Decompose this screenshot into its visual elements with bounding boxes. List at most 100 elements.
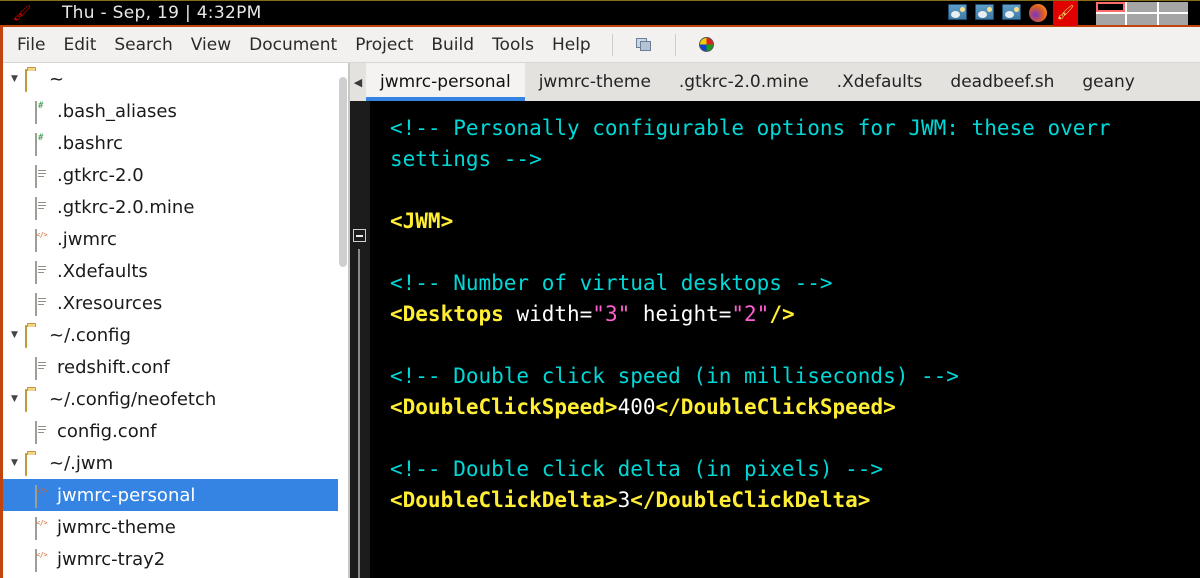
text-file-icon [33, 165, 53, 188]
lamp-icon[interactable]: 🖌 [1053, 0, 1078, 26]
toolbar-separator [611, 33, 613, 56]
file-tree-sidebar[interactable]: ▼~.bash_aliases.bashrc.gtkrc-2.0.gtkrc-2… [3, 63, 348, 578]
tree-row[interactable]: .Xresources [3, 287, 348, 319]
menu-search[interactable]: Search [105, 33, 181, 57]
editor-tab[interactable]: jwmrc-personal [366, 63, 525, 101]
firefox-icon[interactable] [1029, 3, 1050, 23]
code-token: /> [769, 302, 795, 326]
tree-row-label: .Xresources [57, 292, 163, 314]
geany-window: File Edit Search View Document Project B… [0, 27, 1200, 578]
fold-line [358, 249, 360, 578]
collapse-fold-icon[interactable] [353, 229, 366, 242]
code-token: height= [630, 302, 732, 326]
pager-cell-2[interactable] [1127, 1, 1157, 12]
pager-cell-4[interactable] [1096, 14, 1126, 25]
tree-row[interactable]: .Xdefaults [3, 255, 348, 287]
code-editor-text[interactable]: <!-- Personally configurable options for… [370, 101, 1200, 578]
code-token: <Desktops [390, 302, 517, 326]
color-wheel-icon[interactable] [694, 33, 720, 57]
code-token: <JWM> [390, 209, 454, 233]
editor-tab[interactable]: geany [1068, 63, 1149, 101]
chevron-down-icon[interactable]: ▼ [11, 458, 25, 468]
tree-row[interactable]: .gtkrc-2.0.mine [3, 191, 348, 223]
tree-row[interactable]: .jwmrc [3, 223, 348, 255]
image-viewer-icon[interactable] [975, 3, 996, 23]
tree-row[interactable]: jwmrc-personal [3, 479, 348, 511]
pager-cell-5[interactable] [1127, 14, 1157, 25]
code-line: <!-- Double click speed (in milliseconds… [390, 361, 1200, 392]
tree-row[interactable]: .bashrc [3, 127, 348, 159]
code-line: <DoubleClickDelta>3</DoubleClickDelta> [390, 485, 1200, 516]
tree-row-label: .gtkrc-2.0.mine [57, 196, 195, 218]
image-viewer-icon[interactable] [1002, 3, 1023, 23]
text-file-icon [33, 293, 53, 316]
menu-tools[interactable]: Tools [483, 33, 543, 57]
text-file-icon [33, 357, 53, 380]
sidebar-scrollbar-thumb[interactable] [339, 77, 347, 267]
menu-edit[interactable]: Edit [54, 33, 105, 57]
sidebar-scrollbar[interactable] [338, 63, 348, 578]
folder-icon [25, 325, 45, 348]
system-tray: 🖌 [945, 0, 1078, 26]
tree-row[interactable]: config.conf [3, 415, 348, 447]
code-line: <Desktops width="3" height="2"/> [390, 299, 1200, 330]
tree-row[interactable]: .bash_aliases [3, 95, 348, 127]
pager-cell-1[interactable] [1096, 1, 1126, 12]
xml-file-icon [33, 485, 53, 508]
taskbar-launcher-button[interactable]: 🖌 [0, 1, 44, 26]
chevron-down-icon[interactable]: ▼ [11, 394, 25, 404]
text-file-icon [33, 421, 53, 444]
tree-row[interactable]: .gtkrc-2.0 [3, 159, 348, 191]
tree-row-label: redshift.conf [57, 356, 170, 378]
code-line: <DoubleClickSpeed>400</DoubleClickSpeed> [390, 392, 1200, 423]
pager-cell-3[interactable] [1158, 1, 1188, 12]
text-file-icon [33, 261, 53, 284]
code-line: <!-- Number of virtual desktops --> [390, 268, 1200, 299]
pager-cell-6[interactable] [1158, 14, 1188, 25]
tree-row-label: jwmrc-theme [57, 516, 176, 538]
file-tree: ▼~.bash_aliases.bashrc.gtkrc-2.0.gtkrc-2… [3, 63, 348, 575]
chevron-left-icon[interactable]: ◀ [350, 63, 366, 101]
tree-row[interactable]: ▼ ~/.config/neofetch [3, 383, 348, 415]
text-file-icon [33, 197, 53, 220]
tree-row[interactable]: ▼ ~ [3, 63, 348, 95]
tree-row[interactable]: jwmrc-theme [3, 511, 348, 543]
tree-row-label: ~ [49, 68, 65, 90]
windows-copy-icon[interactable] [631, 33, 657, 57]
chevron-down-icon[interactable]: ▼ [11, 74, 25, 84]
tree-row[interactable]: ▼ ~/.config [3, 319, 348, 351]
fold-margin[interactable] [350, 101, 370, 578]
code-token: 3 [617, 488, 631, 512]
desktop-pager[interactable] [1096, 1, 1188, 25]
folder-icon [25, 453, 45, 476]
tree-row[interactable]: redshift.conf [3, 351, 348, 383]
menu-file[interactable]: File [8, 33, 54, 57]
editor-tab[interactable]: .gtkrc-2.0.mine [664, 63, 823, 101]
tree-row[interactable]: ▼ ~/.jwm [3, 447, 348, 479]
editor-tab[interactable]: .Xdefaults [822, 63, 937, 101]
code-area: <!-- Personally configurable options for… [350, 101, 1200, 578]
code-line: <JWM> [390, 206, 1200, 237]
folder-icon [25, 69, 45, 92]
editor-tab[interactable]: jwmrc-theme [524, 63, 665, 101]
menu-project[interactable]: Project [346, 33, 422, 57]
menu-document[interactable]: Document [240, 33, 346, 57]
tree-row-label: jwmrc-personal [57, 484, 196, 506]
menu-build[interactable]: Build [422, 33, 483, 57]
editor-tab[interactable]: deadbeef.sh [936, 63, 1069, 101]
code-token: </DoubleClickDelta> [630, 488, 871, 512]
tree-row[interactable]: jwmrc-tray2 [3, 543, 348, 575]
tree-row-label: config.conf [57, 420, 157, 442]
menu-view[interactable]: View [182, 33, 240, 57]
xml-file-icon [33, 229, 53, 252]
menu-help[interactable]: Help [543, 33, 600, 57]
image-viewer-icon[interactable] [948, 3, 969, 23]
chevron-down-icon[interactable]: ▼ [11, 330, 25, 340]
code-line: <!-- Personally configurable options for… [390, 113, 1200, 144]
tree-row-label: .Xdefaults [57, 260, 148, 282]
code-token: <DoubleClickDelta> [390, 488, 618, 512]
